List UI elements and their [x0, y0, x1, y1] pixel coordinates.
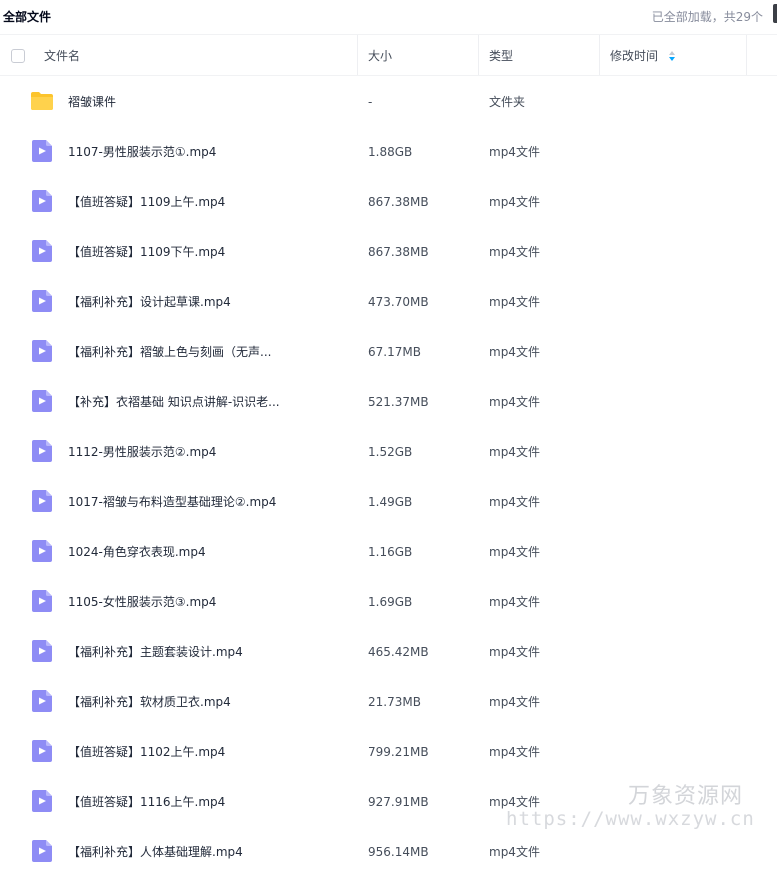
file-size: - [368, 95, 373, 109]
video-file-icon [32, 440, 52, 462]
table-row[interactable]: 1112-男性服装示范②.mp4 1.52GB mp4文件 [0, 427, 777, 477]
file-size: 473.70MB [368, 295, 429, 309]
table-row[interactable]: 【福利补充】软材质卫衣.mp4 21.73MB mp4文件 [0, 677, 777, 727]
video-file-icon [32, 190, 52, 212]
file-name[interactable]: 【补充】衣褶基础 知识点讲解-识识老... [68, 377, 280, 427]
video-file-icon [32, 240, 52, 262]
file-name[interactable]: 【福利补充】人体基础理解.mp4 [68, 827, 243, 877]
table-header: 文件名 大小 类型 修改时间 [0, 34, 777, 76]
file-type: mp4文件 [489, 445, 540, 459]
file-type: mp4文件 [489, 195, 540, 209]
file-name[interactable]: 1105-女性服装示范③.mp4 [68, 577, 216, 627]
folder-icon [31, 92, 53, 110]
file-size: 21.73MB [368, 695, 421, 709]
select-all-checkbox[interactable] [11, 49, 25, 63]
file-name[interactable]: 1017-褶皱与布料造型基础理论②.mp4 [68, 477, 276, 527]
table-row[interactable]: 【福利补充】设计起草课.mp4 473.70MB mp4文件 [0, 277, 777, 327]
file-type: mp4文件 [489, 395, 540, 409]
table-row[interactable]: 【补充】衣褶基础 知识点讲解-识识老... 521.37MB mp4文件 [0, 377, 777, 427]
column-header-name[interactable]: 文件名 [44, 35, 80, 75]
column-header-modified[interactable]: 修改时间 [610, 35, 658, 75]
file-size: 1.49GB [368, 495, 413, 509]
file-type: mp4文件 [489, 645, 540, 659]
table-row[interactable]: 【福利补充】褶皱上色与刻画（无声... 67.17MB mp4文件 [0, 327, 777, 377]
column-divider [357, 35, 358, 75]
file-size: 867.38MB [368, 195, 429, 209]
file-name[interactable]: 【福利补充】软材质卫衣.mp4 [68, 677, 231, 727]
file-size: 1.52GB [368, 445, 413, 459]
file-name[interactable]: 1112-男性服装示范②.mp4 [68, 427, 216, 477]
load-status: 已全部加载，共29个 [651, 10, 763, 24]
file-type: mp4文件 [489, 245, 540, 259]
column-divider [746, 35, 747, 75]
file-size: 521.37MB [368, 395, 429, 409]
column-divider [599, 35, 600, 75]
file-type: 文件夹 [489, 95, 526, 109]
video-file-icon [32, 690, 52, 712]
table-row[interactable]: 1024-角色穿衣表现.mp4 1.16GB mp4文件 [0, 527, 777, 577]
file-name[interactable]: 【值班答疑】1109下午.mp4 [68, 227, 225, 277]
file-type: mp4文件 [489, 845, 540, 859]
video-file-icon [32, 490, 52, 512]
column-header-size[interactable]: 大小 [368, 35, 392, 75]
table-row[interactable]: 1105-女性服装示范③.mp4 1.69GB mp4文件 [0, 577, 777, 627]
file-size: 799.21MB [368, 745, 429, 759]
watermark-url: https://www.wxzyw.cn [506, 808, 755, 830]
table-row[interactable]: 1017-褶皱与布料造型基础理论②.mp4 1.49GB mp4文件 [0, 477, 777, 527]
file-name[interactable]: 【福利补充】设计起草课.mp4 [68, 277, 231, 327]
sort-arrows-icon[interactable] [668, 50, 676, 62]
file-type: mp4文件 [489, 295, 540, 309]
video-file-icon [32, 590, 52, 612]
video-file-icon [32, 340, 52, 362]
file-type: mp4文件 [489, 695, 540, 709]
edge-tab[interactable] [773, 4, 777, 23]
table-row[interactable]: 【值班答疑】1109下午.mp4 867.38MB mp4文件 [0, 227, 777, 277]
file-name[interactable]: 【值班答疑】1102上午.mp4 [68, 727, 225, 777]
file-name[interactable]: 【值班答疑】1109上午.mp4 [68, 177, 225, 227]
video-file-icon [32, 790, 52, 812]
file-type: mp4文件 [489, 345, 540, 359]
top-bar: 全部文件 已全部加载，共29个 [0, 0, 777, 34]
video-file-icon [32, 840, 52, 862]
file-size: 927.91MB [368, 795, 429, 809]
column-divider [478, 35, 479, 75]
watermark-text: 万象资源网 [628, 784, 744, 809]
file-name[interactable]: 【值班答疑】1116上午.mp4 [68, 777, 225, 827]
file-size: 867.38MB [368, 245, 429, 259]
video-file-icon [32, 540, 52, 562]
table-row[interactable]: 褶皱课件 - 文件夹 [0, 77, 777, 127]
file-size: 956.14MB [368, 845, 429, 859]
file-size: 1.16GB [368, 545, 413, 559]
file-size: 1.69GB [368, 595, 413, 609]
file-type: mp4文件 [489, 495, 540, 509]
file-name[interactable]: 【福利补充】褶皱上色与刻画（无声... [68, 327, 271, 377]
file-name[interactable]: 1024-角色穿衣表现.mp4 [68, 527, 206, 577]
file-type: mp4文件 [489, 595, 540, 609]
video-file-icon [32, 290, 52, 312]
file-size: 465.42MB [368, 645, 429, 659]
column-header-type[interactable]: 类型 [489, 35, 513, 75]
file-type: mp4文件 [489, 745, 540, 759]
file-size: 67.17MB [368, 345, 421, 359]
file-name[interactable]: 褶皱课件 [68, 77, 116, 127]
table-row[interactable]: 【福利补充】人体基础理解.mp4 956.14MB mp4文件 [0, 827, 777, 877]
table-row[interactable]: 【值班答疑】1109上午.mp4 867.38MB mp4文件 [0, 177, 777, 227]
video-file-icon [32, 390, 52, 412]
file-type: mp4文件 [489, 545, 540, 559]
file-type: mp4文件 [489, 145, 540, 159]
file-name[interactable]: 1107-男性服装示范①.mp4 [68, 127, 216, 177]
table-row[interactable]: 1107-男性服装示范①.mp4 1.88GB mp4文件 [0, 127, 777, 177]
video-file-icon [32, 140, 52, 162]
table-row[interactable]: 【值班答疑】1102上午.mp4 799.21MB mp4文件 [0, 727, 777, 777]
file-name[interactable]: 【福利补充】主题套装设计.mp4 [68, 627, 243, 677]
table-row[interactable]: 【福利补充】主题套装设计.mp4 465.42MB mp4文件 [0, 627, 777, 677]
video-file-icon [32, 640, 52, 662]
breadcrumb-all-files[interactable]: 全部文件 [3, 8, 51, 25]
file-size: 1.88GB [368, 145, 413, 159]
video-file-icon [32, 740, 52, 762]
